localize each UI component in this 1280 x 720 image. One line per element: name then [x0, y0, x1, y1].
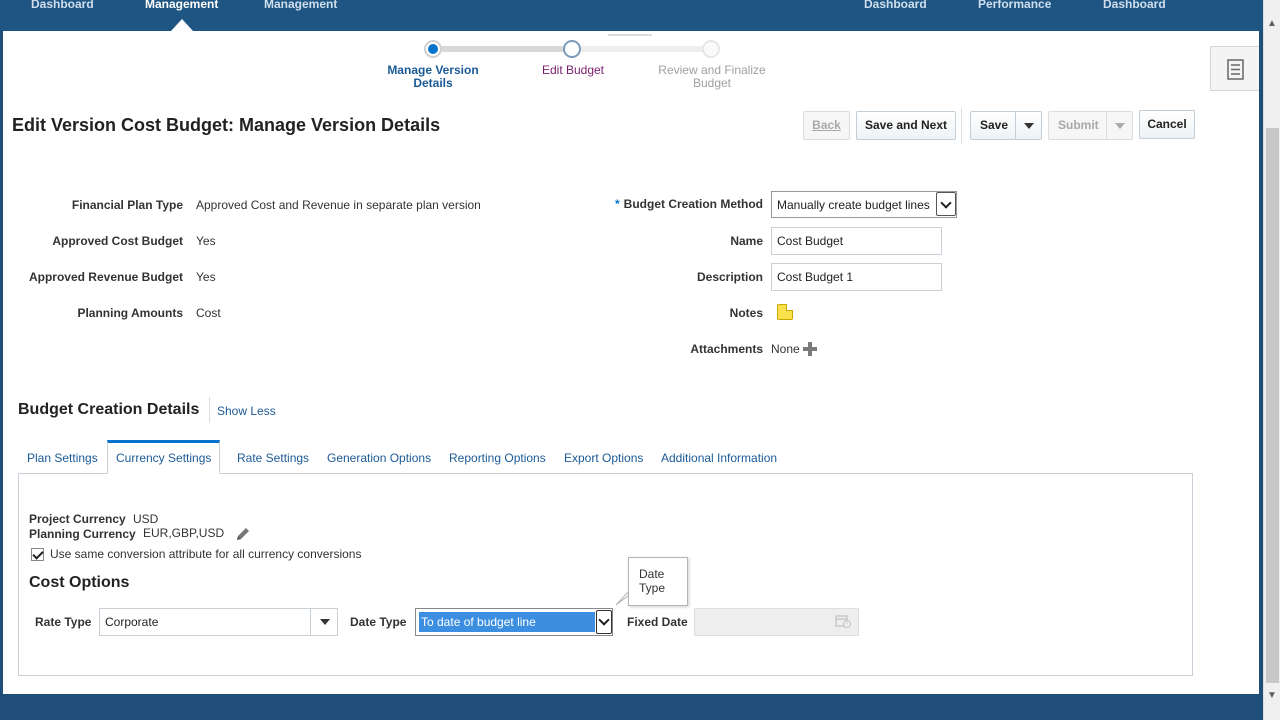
nav-item-management[interactable]: Management	[264, 0, 337, 11]
creation-details-tabbar: Plan Settings Currency Settings Rate Set…	[18, 440, 1193, 474]
train-label-manage-version[interactable]: Manage Version Details	[378, 64, 488, 90]
train-label-review-finalize: Review and Finalize Budget	[658, 63, 766, 90]
chevron-down-icon	[1024, 123, 1034, 129]
budget-creation-method-select[interactable]: Manually create budget lines	[771, 191, 957, 218]
scroll-down-arrow-icon[interactable]: ▼	[1267, 690, 1277, 701]
chevron-down-icon[interactable]	[936, 192, 956, 216]
date-type-tooltip: Date Type	[628, 557, 688, 606]
save-menu-toggle[interactable]	[1015, 112, 1042, 139]
rate-type-label: Rate Type	[35, 615, 92, 629]
rate-type-dropdown[interactable]	[310, 609, 338, 635]
approved-cost-budget-value: Yes	[196, 234, 216, 248]
chevron-down-icon	[320, 619, 330, 625]
save-and-next-button[interactable]: Save and Next	[856, 111, 956, 140]
cost-options-title: Cost Options	[29, 574, 130, 591]
date-type-label: Date Type	[350, 615, 407, 629]
show-less-link[interactable]: Show Less	[217, 404, 276, 418]
note-icon[interactable]	[777, 304, 793, 320]
required-indicator: *	[615, 197, 620, 211]
attachments-label: Attachments	[690, 342, 763, 356]
toolbar-separator	[961, 108, 962, 144]
calendar-icon	[835, 615, 851, 628]
submit-split-button[interactable]: Submit	[1048, 111, 1133, 140]
submit-button[interactable]: Submit	[1058, 118, 1099, 132]
notes-label: Notes	[729, 306, 763, 320]
nav-item-dashboard[interactable]: Dashboard	[31, 0, 94, 11]
scrollbar-thumb[interactable]	[1266, 128, 1279, 683]
financial-plan-type-value: Approved Cost and Revenue in separate pl…	[196, 198, 481, 212]
name-field[interactable]: Cost Budget	[771, 227, 942, 255]
nav-item-management-active[interactable]: Management	[145, 0, 218, 11]
approved-revenue-budget-label: Approved Revenue Budget	[28, 270, 183, 284]
chevron-down-icon[interactable]	[596, 610, 612, 634]
save-button[interactable]: Save	[980, 118, 1008, 132]
contextual-area-button[interactable]	[1210, 46, 1259, 91]
planning-amounts-value: Cost	[196, 306, 221, 320]
document-icon	[1227, 59, 1244, 80]
submit-menu-toggle[interactable]	[1106, 112, 1133, 139]
train-stop-edit-budget[interactable]	[563, 40, 581, 58]
nav-item-performance[interactable]: Performance	[978, 0, 1051, 11]
train-marker	[608, 34, 652, 36]
tab-plan-settings[interactable]: Plan Settings	[19, 441, 106, 474]
train-stop-manage-version[interactable]	[424, 40, 442, 58]
train-connector-1	[440, 46, 568, 52]
project-currency-label: Project Currency	[29, 512, 126, 526]
tab-export-options[interactable]: Export Options	[556, 441, 651, 474]
description-label: Description	[696, 270, 763, 284]
name-label: Name	[730, 234, 763, 248]
footer-band	[0, 694, 1263, 720]
tab-generation-options[interactable]: Generation Options	[319, 441, 439, 474]
tab-reporting-options[interactable]: Reporting Options	[441, 441, 554, 474]
page-title: Edit Version Cost Budget: Manage Version…	[12, 115, 441, 135]
planning-currency-value: EUR,GBP,USD	[143, 526, 225, 540]
nav-item-dashboard-3[interactable]: Dashboard	[1103, 0, 1166, 11]
budget-creation-method-label: * Budget Creation Method	[615, 197, 763, 211]
same-conversion-label: Use same conversion attribute for all cu…	[50, 547, 362, 561]
pencil-icon[interactable]	[234, 525, 252, 543]
project-currency-value: USD	[133, 512, 159, 526]
budget-creation-details-title: Budget Creation Details	[18, 401, 200, 418]
top-navigation-bar: Dashboard Management Management Dashboar…	[0, 0, 1280, 31]
date-type-selected-value: To date of budget line	[419, 612, 595, 632]
attachments-value: None	[771, 342, 800, 356]
financial-plan-type-label: Financial Plan Type	[71, 198, 183, 212]
planning-amounts-label: Planning Amounts	[77, 306, 183, 320]
vertical-scrollbar[interactable]: ▲ ▼	[1263, 0, 1280, 720]
train-label-edit-budget[interactable]: Edit Budget	[522, 64, 624, 77]
date-type-select[interactable]: To date of budget line	[415, 608, 613, 636]
fixed-date-label: Fixed Date	[627, 615, 688, 629]
description-field[interactable]: Cost Budget 1	[771, 263, 942, 291]
same-conversion-checkbox[interactable]	[31, 548, 44, 561]
approved-cost-budget-label: Approved Cost Budget	[52, 234, 183, 248]
train-connector-2	[580, 46, 708, 52]
cancel-button[interactable]: Cancel	[1139, 110, 1195, 139]
tab-additional-information[interactable]: Additional Information	[653, 441, 785, 474]
scroll-up-arrow-icon[interactable]: ▲	[1267, 18, 1277, 29]
save-split-button[interactable]: Save	[970, 111, 1042, 140]
section-separator	[209, 397, 210, 423]
planning-currency-label: Planning Currency	[29, 527, 136, 541]
chevron-down-icon	[1115, 123, 1125, 129]
nav-item-dashboard-2[interactable]: Dashboard	[864, 0, 927, 11]
approved-revenue-budget-value: Yes	[196, 270, 216, 284]
active-nav-caret	[171, 19, 193, 31]
train-stop-review-finalize	[702, 40, 720, 58]
back-button[interactable]: Back	[803, 111, 850, 140]
add-attachment-icon[interactable]	[803, 342, 817, 356]
tab-rate-settings[interactable]: Rate Settings	[229, 441, 317, 474]
tab-currency-settings[interactable]: Currency Settings	[107, 440, 221, 474]
rate-type-field[interactable]: Corporate	[99, 608, 338, 636]
currency-settings-panel	[18, 474, 1193, 676]
